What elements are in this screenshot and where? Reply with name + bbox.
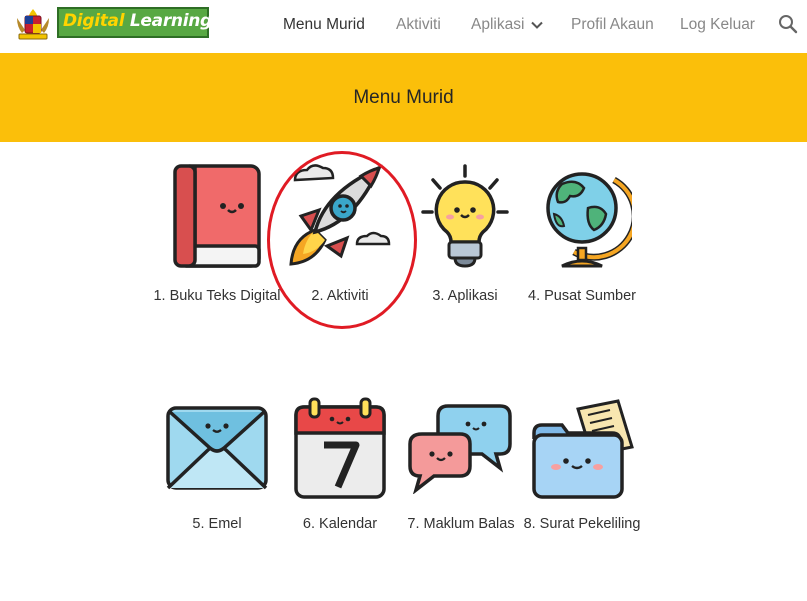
tile-kalendar[interactable]: 6. Kalendar bbox=[285, 395, 395, 545]
tile-label: 8. Surat Pekeliling bbox=[523, 516, 641, 532]
envelope-icon bbox=[166, 406, 268, 490]
malaysia-crest-icon bbox=[17, 9, 49, 40]
tile-label: 2. Aktiviti bbox=[311, 288, 369, 304]
top-navigation-bar: Digital Learning Menu Murid Aktiviti Apl… bbox=[0, 0, 807, 53]
calendar-icon bbox=[294, 397, 386, 499]
nav-aplikasi[interactable]: Aplikasi bbox=[471, 16, 524, 36]
chevron-down-icon[interactable] bbox=[530, 18, 544, 32]
tile-surat-pekeliling[interactable]: 8. Surat Pekeliling bbox=[524, 395, 640, 545]
tile-aplikasi[interactable]: 3. Aplikasi bbox=[410, 162, 520, 312]
logo-text-digital: Digital bbox=[63, 11, 125, 31]
tile-label: 4. Pusat Sumber bbox=[528, 288, 636, 304]
rocket-icon bbox=[289, 164, 391, 266]
page-banner: Menu Murid bbox=[0, 53, 807, 142]
logo-text-learning: Learning bbox=[129, 11, 212, 31]
lightbulb-icon bbox=[421, 164, 509, 268]
tile-label: 5. Emel bbox=[192, 516, 242, 532]
tile-label: 6. Kalendar bbox=[302, 516, 378, 532]
digital-learning-logo[interactable]: Digital Learning bbox=[57, 7, 212, 38]
tile-label: 1. Buku Teks Digital bbox=[153, 288, 281, 304]
globe-icon bbox=[546, 172, 632, 268]
tile-buku-teks-digital[interactable]: 1. Buku Teks Digital bbox=[153, 162, 281, 342]
search-icon[interactable] bbox=[778, 14, 798, 34]
nav-menu-murid[interactable]: Menu Murid bbox=[283, 16, 365, 36]
book-icon bbox=[173, 164, 261, 268]
nav-aktiviti[interactable]: Aktiviti bbox=[396, 16, 441, 36]
nav-profil-akaun[interactable]: Profil Akaun bbox=[571, 16, 654, 36]
tile-pusat-sumber[interactable]: 4. Pusat Sumber bbox=[527, 162, 637, 342]
chat-bubbles-icon bbox=[408, 404, 512, 494]
nav-log-keluar[interactable]: Log Keluar bbox=[680, 16, 755, 36]
folder-icon bbox=[532, 399, 634, 499]
page-title: Menu Murid bbox=[353, 87, 454, 108]
tile-aktiviti[interactable]: 2. Aktiviti bbox=[285, 162, 395, 312]
tile-label: 3. Aplikasi bbox=[432, 288, 498, 304]
tile-maklum-balas[interactable]: 7. Maklum Balas bbox=[406, 400, 516, 550]
tile-emel[interactable]: 5. Emel bbox=[162, 400, 272, 550]
tile-label: 7. Maklum Balas bbox=[407, 516, 515, 532]
